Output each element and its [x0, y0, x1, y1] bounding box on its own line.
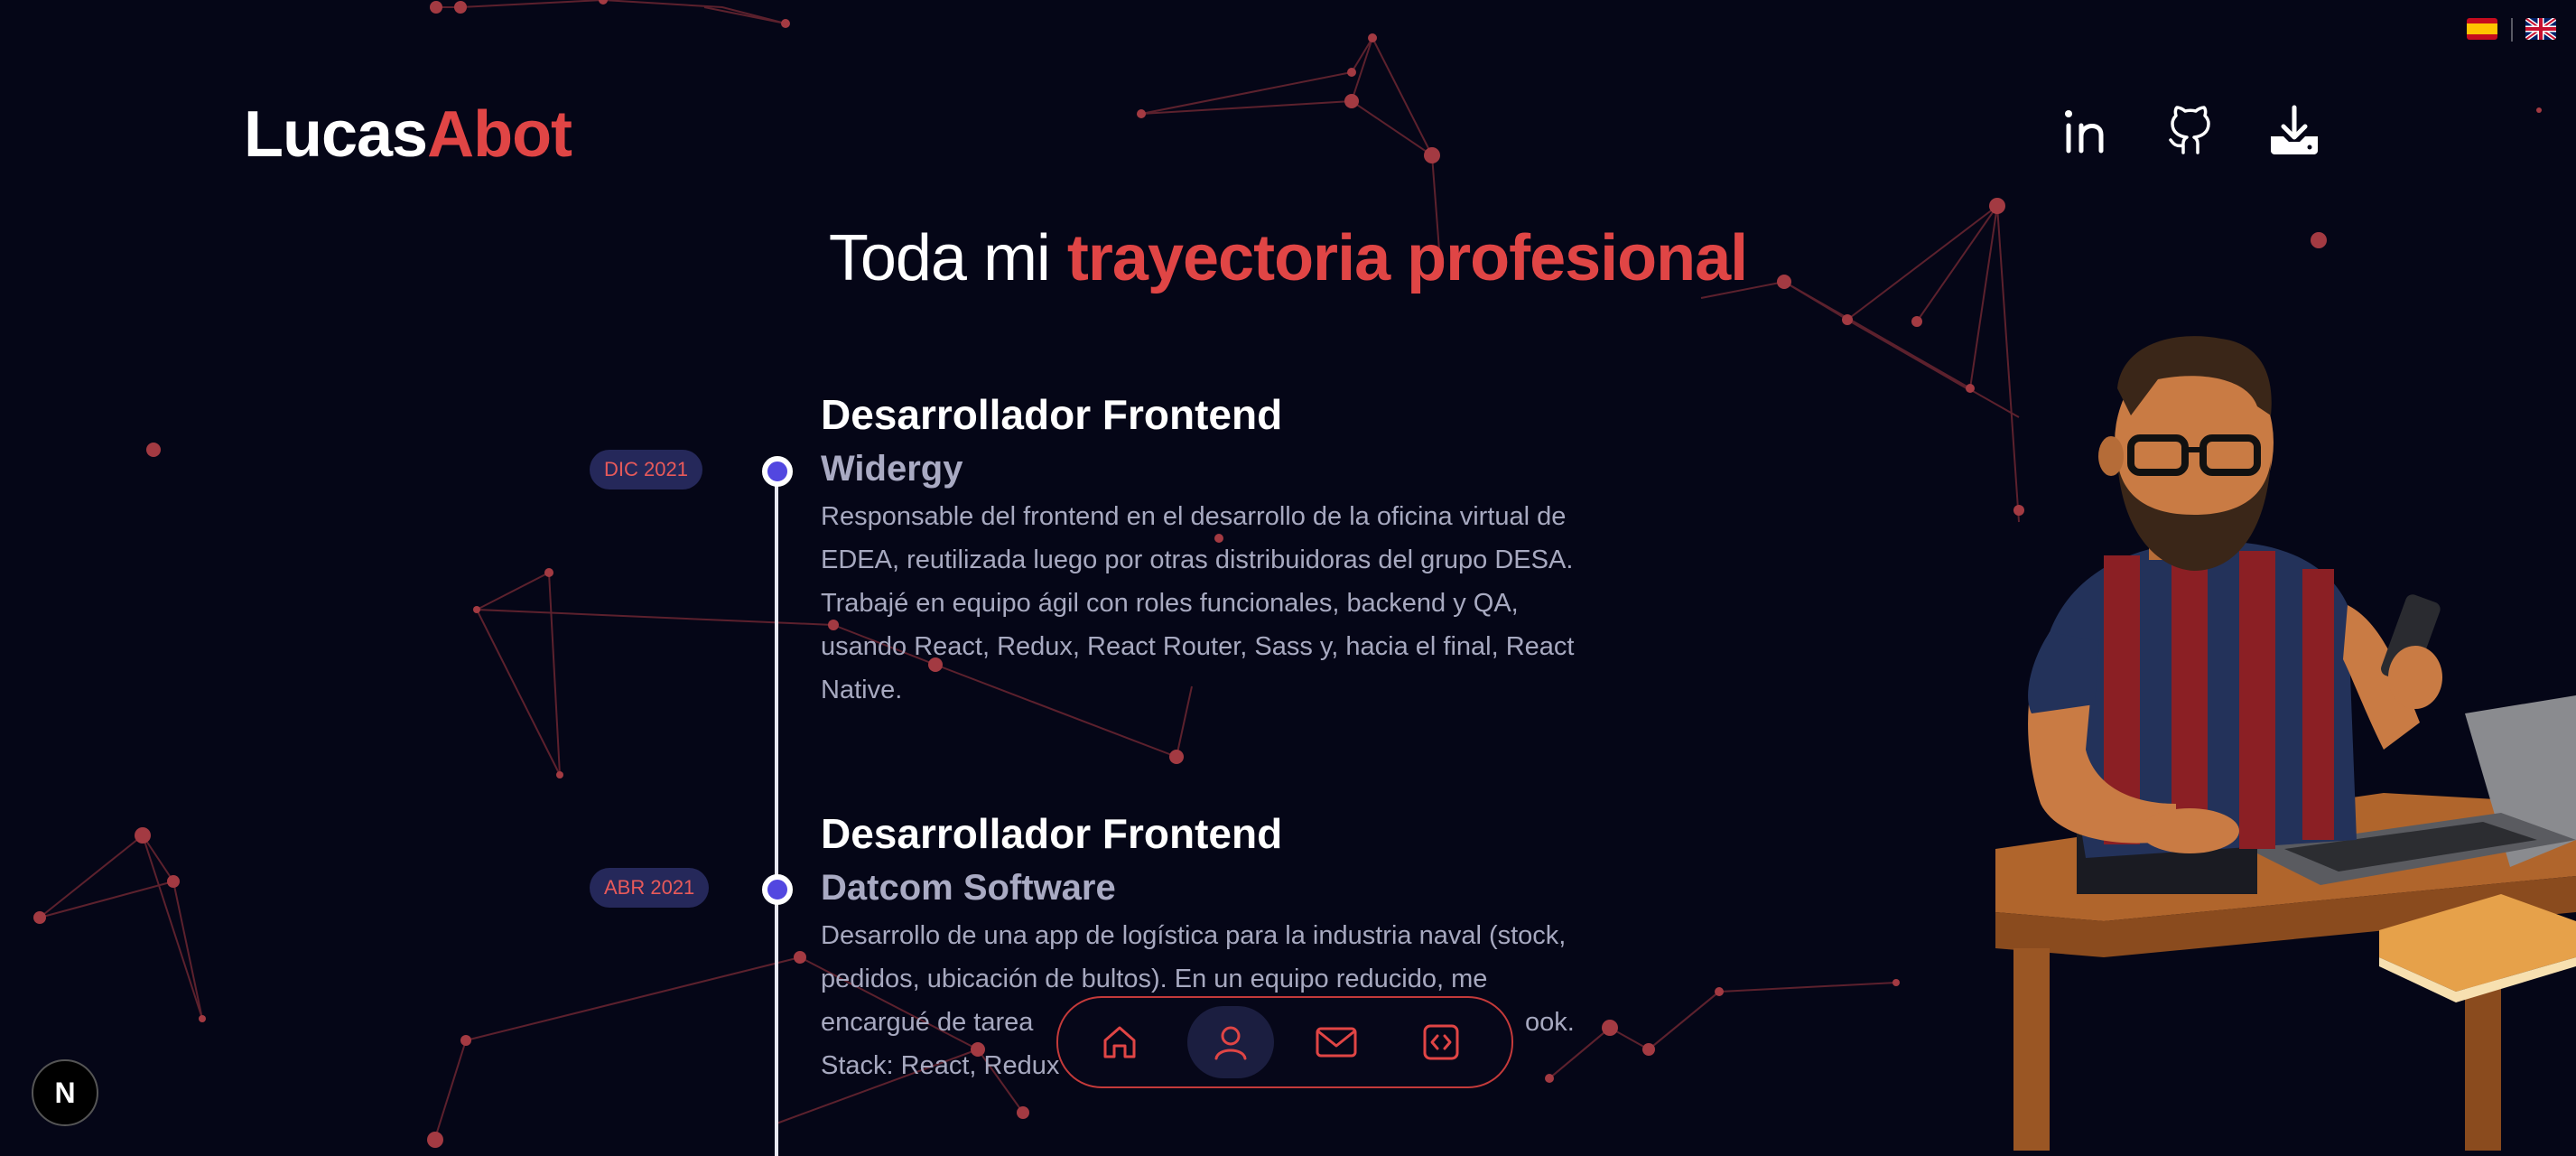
- timeline-date: ABR 2021: [590, 868, 710, 908]
- timeline-line: [775, 470, 778, 1156]
- job-role: Desarrollador Frontend: [821, 810, 1283, 857]
- lang-es-button[interactable]: [2467, 18, 2497, 40]
- description-line: pedidos, ubicación de bultos). En un equ…: [821, 965, 1488, 993]
- linkedin-link[interactable]: [2055, 99, 2118, 163]
- download-cv-link[interactable]: [2263, 99, 2326, 163]
- job-company: Widergy: [821, 449, 963, 489]
- description-text: encargué de tarea: [821, 1008, 1034, 1037]
- nav-contact-button[interactable]: [1293, 1006, 1380, 1078]
- title-accent: trayectoria profesional: [1066, 222, 1748, 294]
- timeline-dot: [762, 456, 793, 487]
- mail-icon: [1316, 1027, 1357, 1058]
- code-icon: [1423, 1024, 1459, 1060]
- logo-first: Lucas: [244, 98, 428, 171]
- nextjs-dev-badge[interactable]: N: [32, 1059, 98, 1126]
- timeline-date: DIC 2021: [590, 450, 702, 489]
- description-line: Desarrollo de una app de logística para …: [821, 921, 1567, 950]
- lang-separator: [2511, 18, 2513, 42]
- job-role: Desarrollador Frontend: [821, 391, 1283, 438]
- description-line: Responsable del frontend en el desarroll…: [821, 502, 1567, 531]
- site-logo[interactable]: LucasAbot: [244, 98, 572, 172]
- description-line: usando React, Redux, React Router, Sass …: [821, 632, 1575, 661]
- description-line: EDEA, reutilizada luego por otras distri…: [821, 545, 1574, 574]
- github-link[interactable]: [2159, 99, 2222, 163]
- job-description: Responsable del frontend en el desarroll…: [821, 495, 1633, 712]
- avatar-illustration: [1995, 336, 2576, 1151]
- timeline-dot: [762, 874, 793, 905]
- linkedin-icon: [2065, 110, 2104, 154]
- description-line: Trabajé en equipo ágil con roles funcion…: [821, 589, 1519, 618]
- nav-about-button[interactable]: [1187, 1006, 1274, 1078]
- spain-flag-icon: [2467, 18, 2497, 40]
- nav-projects-button[interactable]: [1398, 1006, 1484, 1078]
- bottom-navbar: [1056, 996, 1513, 1088]
- uk-flag-icon: [2525, 18, 2556, 40]
- download-icon: [2271, 105, 2318, 154]
- job-company: Datcom Software: [821, 868, 1116, 908]
- page-title: Toda mi trayectoria profesional: [0, 221, 2576, 295]
- home-icon: [1103, 1026, 1136, 1058]
- title-plain: Toda mi: [828, 222, 1067, 294]
- logo-second: Abot: [427, 98, 572, 171]
- lang-en-button[interactable]: [2525, 18, 2556, 40]
- description-line: Native.: [821, 676, 903, 704]
- nav-home-button[interactable]: [1076, 1006, 1163, 1078]
- description-tail: ook.: [1525, 1008, 1575, 1037]
- github-icon: [2169, 106, 2210, 154]
- user-icon: [1214, 1026, 1247, 1060]
